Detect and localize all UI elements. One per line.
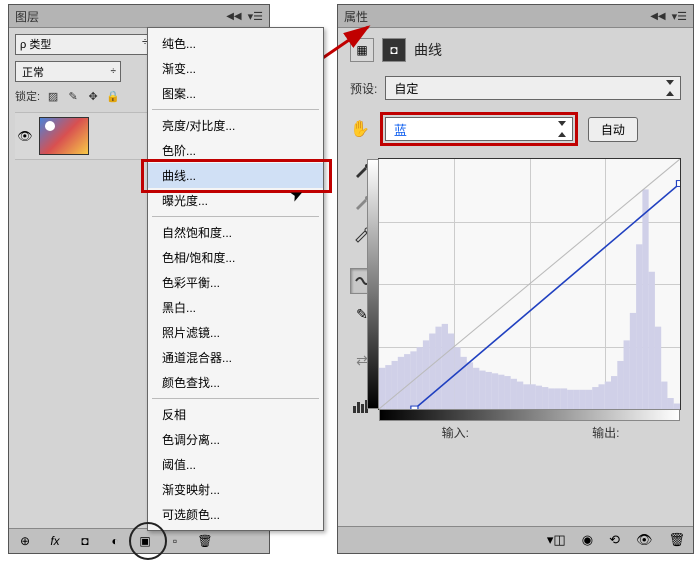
panel-menu-icon[interactable]: ▾☰ [248,10,263,23]
lock-move-icon[interactable]: ✥ [86,89,100,103]
adjustment-layer-icon[interactable]: ◐ [105,531,125,551]
menu-bw[interactable]: 黑白... [148,295,323,320]
annotation-circle [129,522,167,560]
lock-label: 锁定: [15,88,40,104]
adjustment-title: 曲线 [414,40,442,60]
adjustment-layer-menu: 纯色... 渐变... 图案... 亮度/对比度... 色阶... 曲线... … [147,27,324,531]
menu-selective-color[interactable]: 可选颜色... [148,502,323,527]
menu-pattern[interactable]: 图案... [148,81,323,106]
properties-panel: 属性 ◀◀ ▾☰ ▦ ◘ 曲线 预设: 自定 ✋ 蓝 自动 [337,4,694,554]
menu-gradient[interactable]: 渐变... [148,56,323,81]
output-label: 输出: [592,426,619,440]
properties-footer: ▾◫ ◉ ⟲ 👁 🗑 [338,526,693,553]
menu-color-balance[interactable]: 色彩平衡... [148,270,323,295]
lock-paint-icon[interactable]: ✎ [66,89,80,103]
menu-gradient-map[interactable]: 渐变映射... [148,477,323,502]
menu-hue-sat[interactable]: 色相/饱和度... [148,245,323,270]
preset-select[interactable]: 自定 [385,76,681,100]
trash-icon[interactable]: 🗑 [195,531,215,551]
link-icon[interactable]: ⊕ [15,531,35,551]
annotation-red-box-channel: 蓝 [380,112,578,146]
collapse-icon[interactable]: ◀◀ [650,11,665,22]
fx-icon[interactable]: fx [45,531,65,551]
view-previous-icon[interactable]: ◉ [582,532,593,548]
filter-type-select[interactable]: ρ 类型 ÷ [15,34,153,55]
menu-vibrance[interactable]: 自然饱和度... [148,220,323,245]
layers-panel-header: 图层 ◀◀ ▾☰ [9,5,269,28]
panel-menu-icon[interactable]: ▾☰ [672,10,687,23]
new-layer-icon[interactable]: ▫ [165,531,185,551]
blend-mode-select[interactable]: 正常 [15,61,121,82]
menu-posterize[interactable]: 色调分离... [148,427,323,452]
preset-label: 预设: [350,80,377,97]
curves-graph[interactable] [378,158,681,410]
channel-select[interactable]: 蓝 [385,117,573,141]
lock-all-icon[interactable]: 🔒 [106,89,120,103]
trash-icon[interactable]: 🗑 [668,532,685,548]
reset-icon[interactable]: ⟲ [609,532,620,548]
clip-to-layer-icon[interactable]: ▾◫ [547,532,566,548]
input-gradient [379,409,680,421]
menu-color-lookup[interactable]: 颜色查找... [148,370,323,395]
input-label: 输入: [442,426,469,440]
menu-photo-filter[interactable]: 照片滤镜... [148,320,323,345]
output-gradient [367,159,379,409]
target-adjust-icon[interactable]: ✋ [350,119,370,139]
auto-button[interactable]: 自动 [588,117,638,142]
menu-brightness[interactable]: 亮度/对比度... [148,113,323,138]
lock-transparent-icon[interactable]: ▨ [46,89,60,103]
menu-levels[interactable]: 色阶... [148,138,323,163]
menu-channel-mixer[interactable]: 通道混合器... [148,345,323,370]
layer-thumbnail[interactable] [39,117,89,155]
mask-icon[interactable]: ◘ [382,38,406,62]
adjustment-icon[interactable]: ▦ [350,38,374,62]
toggle-visibility-icon[interactable]: 👁 [636,532,653,548]
mask-icon[interactable]: ◘ [75,531,95,551]
visibility-eye-icon[interactable]: 👁 [17,128,33,144]
menu-solid-color[interactable]: 纯色... [148,31,323,56]
menu-invert[interactable]: 反相 [148,402,323,427]
layers-tab[interactable]: 图层 [15,8,39,25]
properties-tab[interactable]: 属性 [344,8,368,25]
properties-panel-header: 属性 ◀◀ ▾☰ [338,5,693,28]
collapse-icon[interactable]: ◀◀ [226,11,241,22]
menu-threshold[interactable]: 阈值... [148,452,323,477]
